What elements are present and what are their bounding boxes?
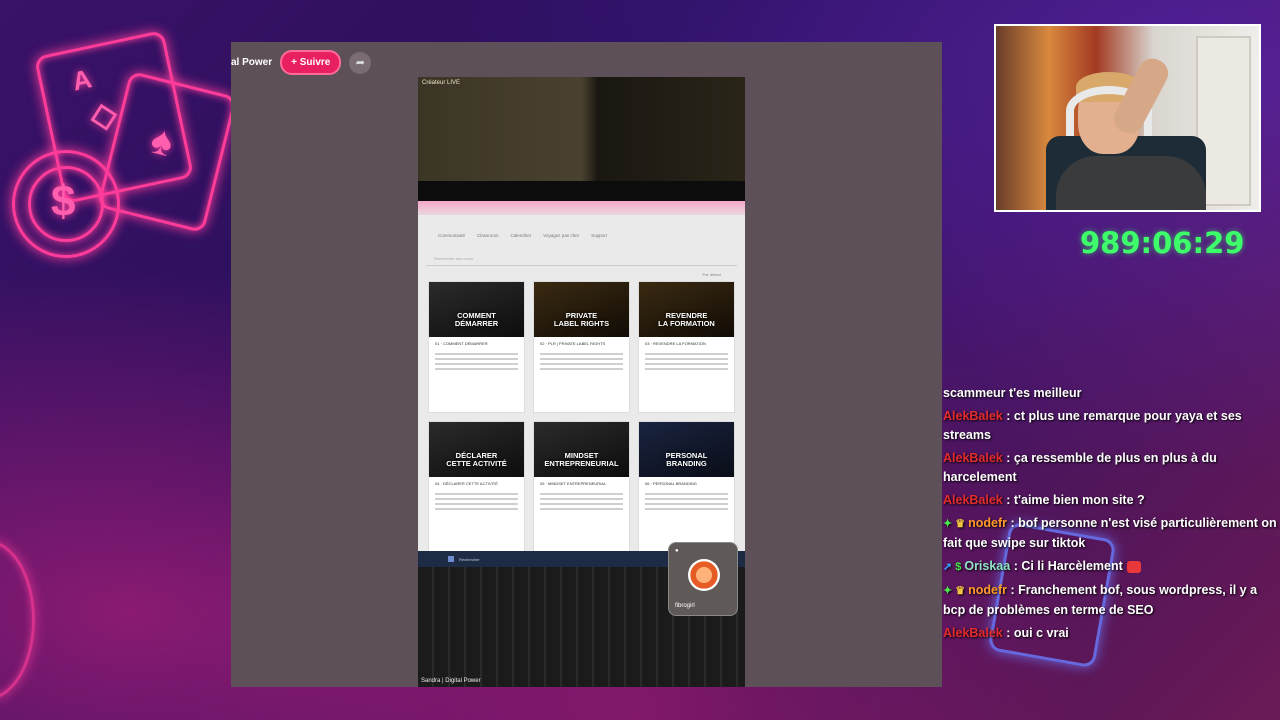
chat-text: : oui c vrai — [1002, 626, 1069, 640]
course-card: REVENDRE LA FORMATION 03 · REVENDRE LA F… — [638, 281, 735, 413]
course-description — [429, 488, 524, 515]
laptop-screen: Communauté Classroom Calendrier Voyagez … — [418, 201, 745, 567]
video-room-background — [418, 77, 745, 187]
gem-badge-icon: ✦ — [943, 518, 953, 530]
course-description — [534, 488, 629, 515]
chat-text: scammeur t'es meilleur — [943, 386, 1082, 400]
chat-text: : t'aime bien mon site ? — [1002, 493, 1145, 507]
course-meta: 04 · DÉCLARER CETTE ACTIVITÉ — [435, 481, 498, 486]
course-title: COMMENT DÉMARRER — [454, 311, 499, 329]
course-card: MINDSET ENTREPRENEURIAL 05 · MINDSET ENT… — [533, 421, 630, 553]
stream-video-panel: al Power + Suivre ➦ Créateur LIVE Commun… — [231, 42, 942, 687]
webcam-shirt — [1056, 156, 1206, 210]
gem-badge-icon: ✦ — [943, 585, 953, 597]
tiktok-video: Créateur LIVE Communauté Classroom Calen… — [418, 77, 745, 687]
windows-start-icon — [448, 556, 454, 562]
site-nav: Communauté Classroom Calendrier Voyagez … — [418, 215, 745, 244]
course-thumbnail: REVENDRE LA FORMATION — [639, 282, 734, 337]
share-icon[interactable]: ➦ — [349, 51, 372, 74]
course-title: REVENDRE LA FORMATION — [658, 311, 715, 329]
live-label: Créateur LIVE — [422, 80, 461, 86]
stream-timer: 989:06:29 — [1080, 226, 1245, 260]
course-thumbnail: COMMENT DÉMARRER — [429, 282, 524, 337]
course-description — [639, 488, 734, 515]
taskbar-search: Rechercher — [459, 556, 480, 562]
crown-badge-icon: ♛ — [955, 585, 966, 597]
chat-message: AlekBalek : ça ressemble de plus en plus… — [943, 445, 1280, 487]
chat-username[interactable]: AlekBalek — [943, 626, 1003, 640]
neon-dollar-icon: $ — [28, 166, 104, 242]
chat-message: ✦ ♛ nodefr : Franchement bof, sous wordpre… — [943, 577, 1280, 620]
follow-bar: al Power + Suivre ➦ — [231, 50, 372, 75]
chat-username[interactable]: AlekBalek — [943, 409, 1003, 423]
browser-bar — [418, 201, 745, 215]
arrow-badge-icon: ➚ — [943, 561, 953, 573]
follow-button[interactable]: + Suivre — [280, 50, 342, 75]
course-search: Rechercher des cours — [426, 256, 737, 266]
nav-item: Communauté — [438, 233, 466, 238]
chat-message: ➚ $ Oriskaa : Ci li Harcèlement — [943, 553, 1280, 577]
course-description — [429, 348, 524, 375]
chat-message: scammeur t'es meilleur — [943, 384, 1280, 403]
crown-badge-icon: ♛ — [955, 518, 966, 530]
course-card: DÉCLARER CETTE ACTIVITÉ 04 · DÉCLARER CE… — [428, 421, 525, 553]
course-meta: 01 · COMMENT DÉMARRER — [435, 341, 488, 346]
course-card: PERSONAL BRANDING 06 · PERSONAL BRANDING — [638, 421, 735, 553]
chat-username[interactable]: AlekBalek — [943, 451, 1003, 465]
course-thumbnail: MINDSET ENTREPRENEURIAL — [534, 422, 629, 477]
course-meta: 02 · PLR | PRIVATE LABEL RIGHTS — [540, 341, 606, 346]
laptop-bezel — [418, 181, 745, 203]
chat-username[interactable]: nodefr — [968, 583, 1007, 597]
course-title: PERSONAL BRANDING — [665, 451, 708, 469]
nav-item: Calendrier — [510, 233, 532, 238]
course-meta: 06 · PERSONAL BRANDING — [645, 481, 697, 486]
course-title: DÉCLARER CETTE ACTIVITÉ — [446, 451, 507, 469]
emote-icon — [1126, 560, 1141, 573]
chat-message: ✦ ♛ nodefr : bof personne n'est visé parti… — [943, 510, 1280, 553]
channel-name: al Power — [231, 57, 273, 68]
course-description — [639, 348, 734, 375]
nav-item: Voyagez pas cher — [543, 233, 580, 238]
nav-item: Classroom — [477, 233, 499, 238]
streamer-webcam — [994, 24, 1261, 212]
course-thumbnail: DÉCLARER CETTE ACTIVITÉ — [429, 422, 524, 477]
course-thumbnail: PERSONAL BRANDING — [639, 422, 734, 477]
course-title: MINDSET ENTREPRENEURIAL — [544, 451, 619, 469]
nav-item: Support — [591, 233, 607, 238]
course-meta: 05 · MINDSET ENTREPRENEURIAL — [540, 481, 607, 486]
chat-username[interactable]: nodefr — [968, 516, 1007, 530]
chat-message: AlekBalek : ct plus une remarque pour ya… — [943, 403, 1280, 445]
chat-panel: scammeur t'es meilleur AlekBalek : ct pl… — [943, 384, 1280, 643]
course-card: PRIVATE LABEL RIGHTS 02 · PLR | PRIVATE … — [533, 281, 630, 413]
gift-sticker: ● fibrogirl — [668, 542, 738, 616]
dollar-badge-icon: $ — [955, 561, 962, 573]
chat-username[interactable]: AlekBalek — [943, 493, 1003, 507]
course-card: COMMENT DÉMARRER 01 · COMMENT DÉMARRER — [428, 281, 525, 413]
sticker-username: fibrogirl — [675, 603, 695, 609]
course-meta: 03 · REVENDRE LA FORMATION — [645, 341, 706, 346]
course-grid: COMMENT DÉMARRER 01 · COMMENT DÉMARRER P… — [418, 277, 745, 557]
course-description — [534, 348, 629, 375]
sticker-avatar — [688, 559, 720, 591]
chat-username[interactable]: Oriskaa — [964, 559, 1010, 573]
chat-message: AlekBalek : oui c vrai — [943, 620, 1280, 643]
creator-label: Sandra | Digital Power — [421, 678, 481, 684]
chat-text: : Ci li Harcèlement — [1010, 559, 1123, 573]
sticker-indicator-icon: ● — [675, 548, 679, 554]
chat-message: AlekBalek : t'aime bien mon site ? — [943, 487, 1280, 510]
course-title: PRIVATE LABEL RIGHTS — [553, 311, 610, 329]
course-thumbnail: PRIVATE LABEL RIGHTS — [534, 282, 629, 337]
